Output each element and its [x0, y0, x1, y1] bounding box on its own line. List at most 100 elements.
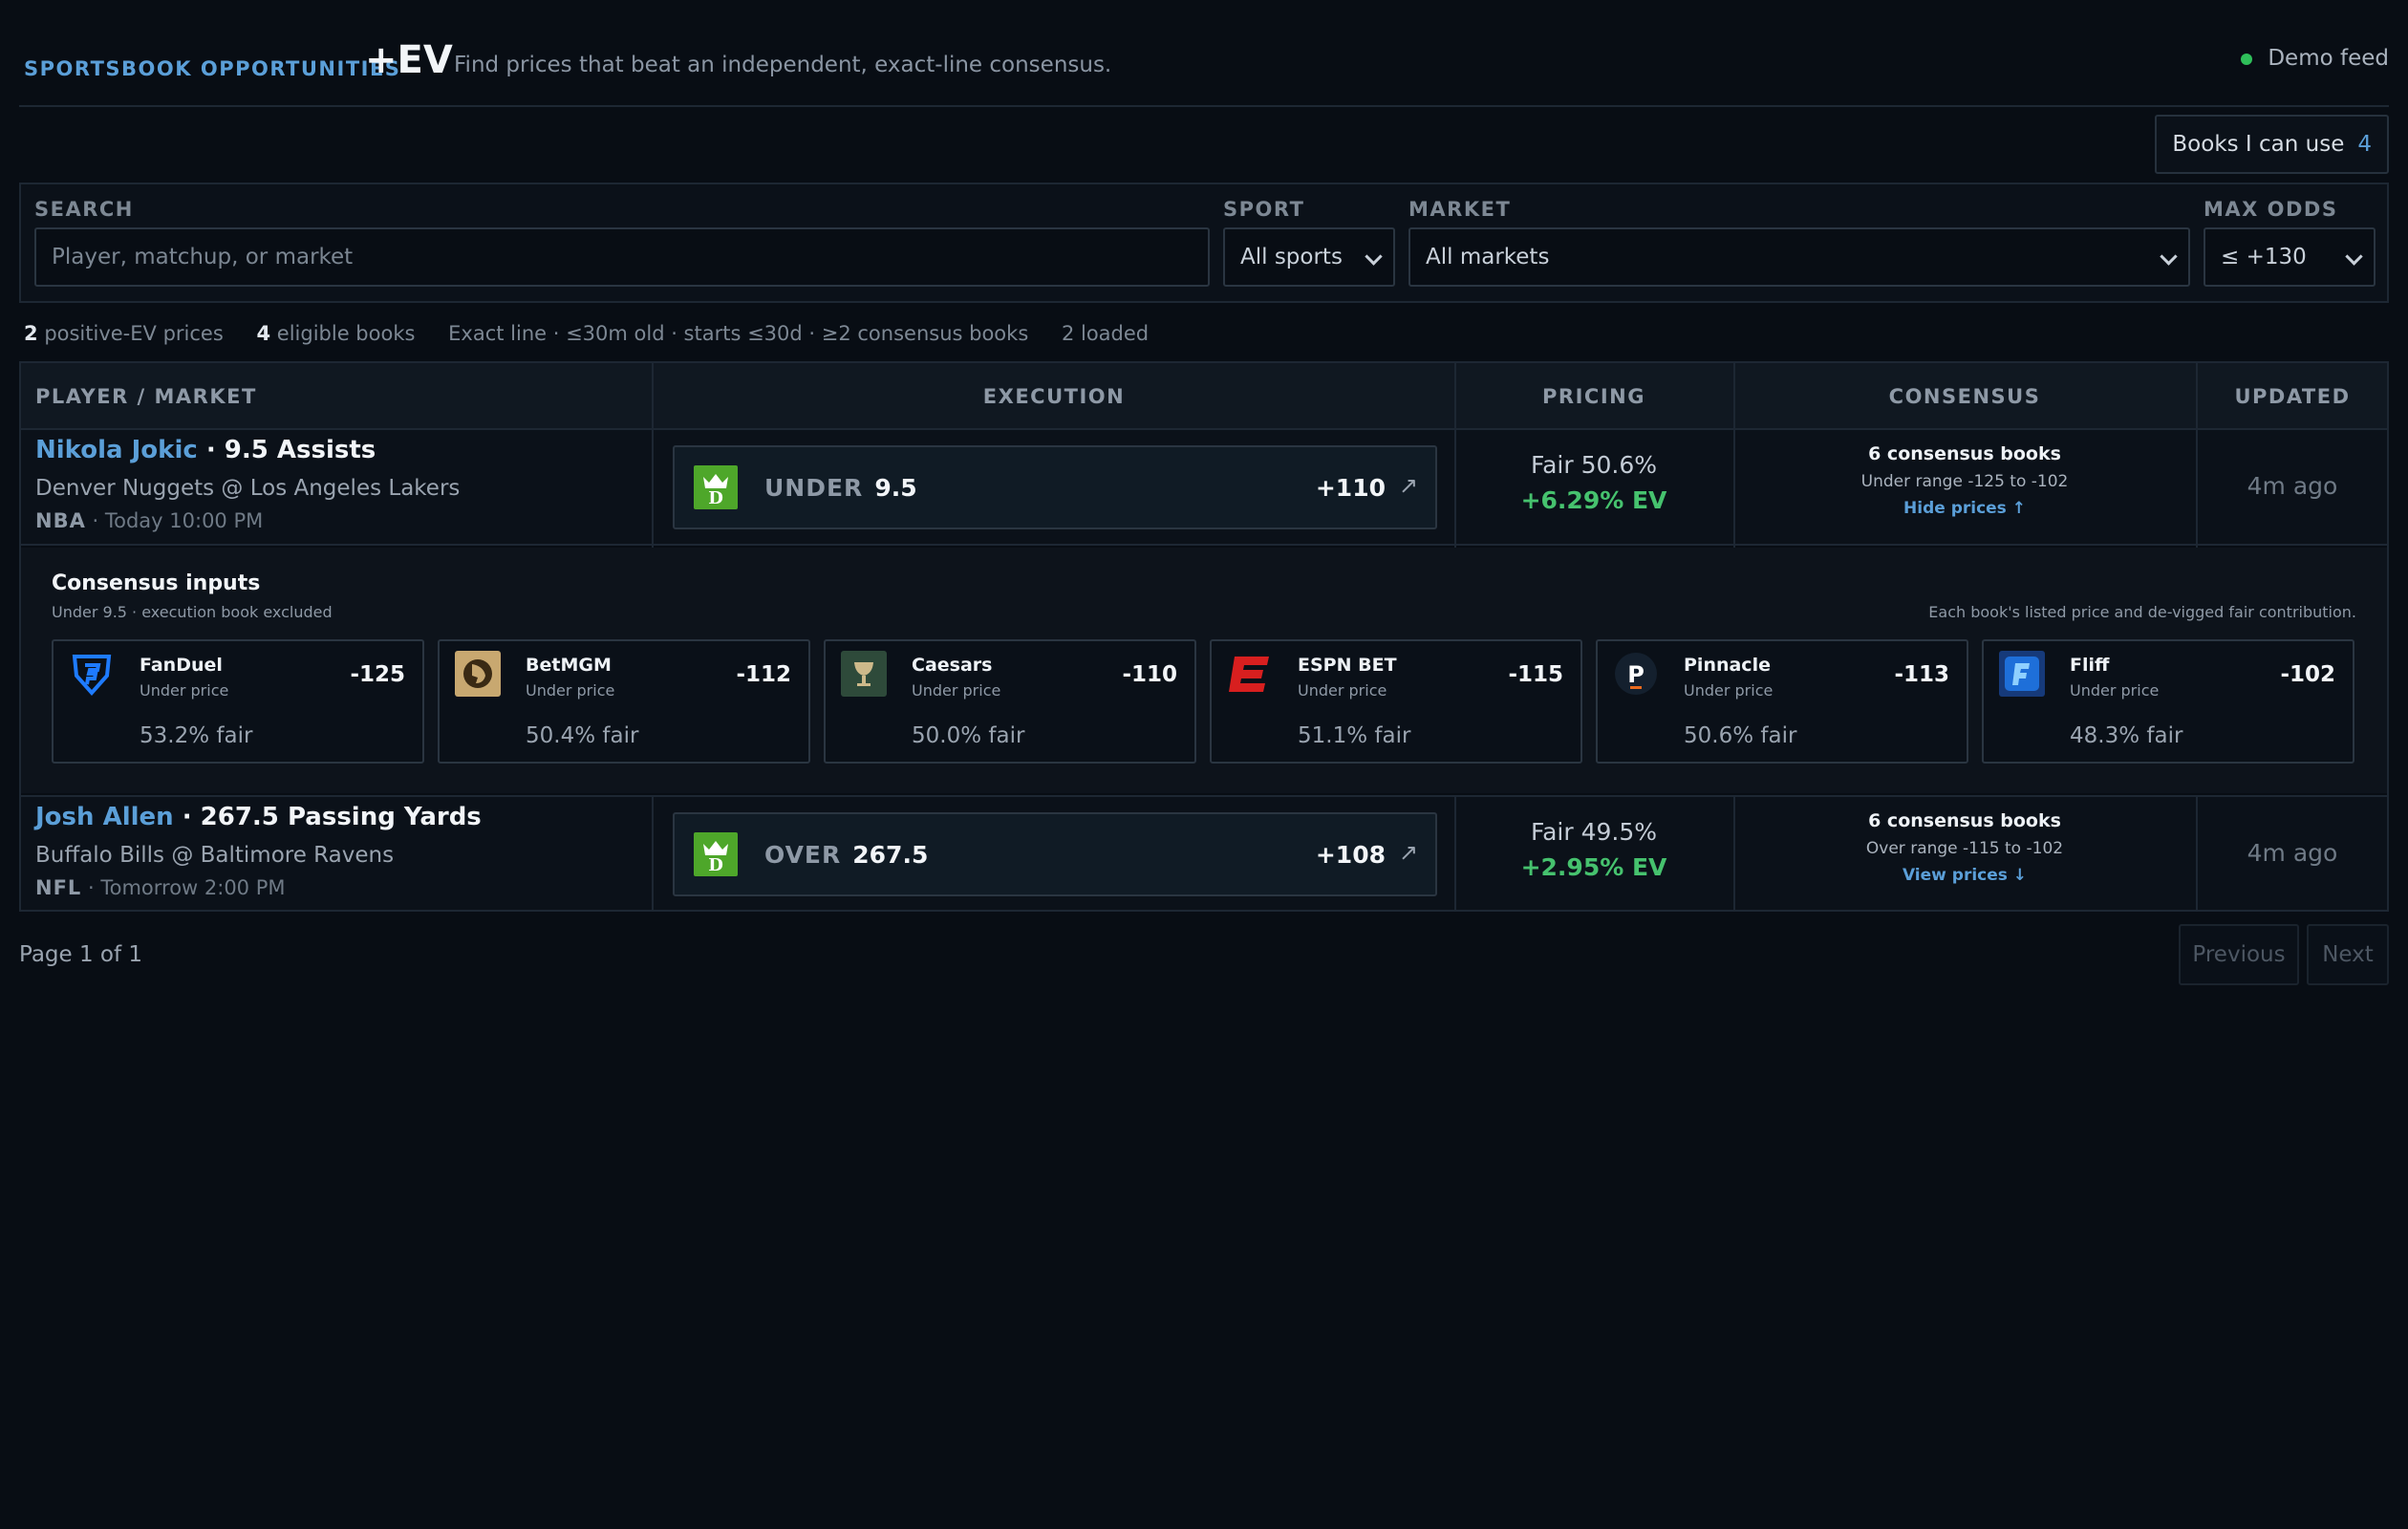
- game-meta: NFL · Tomorrow 2:00 PM: [35, 876, 286, 899]
- book-fair: 50.6% fair: [1684, 723, 1797, 748]
- table-row[interactable]: Nikola Jokic · 9.5 Assists Denver Nugget…: [21, 430, 2387, 546]
- header: SPORTSBOOK OPPORTUNITIES +EV Find prices…: [19, 29, 2389, 107]
- book-price: -125: [350, 662, 405, 687]
- consensus-cell: 6 consensus books Under range -125 to -1…: [1735, 443, 2194, 518]
- status-dot-icon: [2241, 53, 2253, 65]
- column-header-consensus: CONSENSUS: [1888, 385, 2041, 408]
- pricing-cell: Fair 50.6% +6.29% EV: [1456, 451, 1731, 514]
- bet-side: OVER 267.5: [764, 841, 929, 869]
- book-fair: 50.0% fair: [912, 723, 1025, 748]
- ev-label: +EV: [365, 38, 453, 82]
- book-price-label: Under price: [912, 681, 1001, 700]
- execution-bet-button[interactable]: D OVER 267.5 +108 ↗: [673, 812, 1437, 896]
- view-prices-link[interactable]: View prices ↓: [1735, 866, 2194, 885]
- filters-panel: SEARCH Player, matchup, or market SPORT …: [19, 183, 2389, 303]
- svg-text:P: P: [1627, 661, 1645, 688]
- bet-line: 267.5: [852, 841, 929, 869]
- column-divider: [2196, 363, 2198, 548]
- search-input[interactable]: Player, matchup, or market: [34, 227, 1210, 287]
- consensus-book-card: BetMGM Under price -112 50.4% fair: [438, 639, 810, 764]
- player-name-link[interactable]: Josh Allen: [35, 803, 174, 831]
- column-divider: [1454, 363, 1456, 548]
- league-badge: NBA: [35, 509, 86, 532]
- chevron-down-icon: [2345, 248, 2363, 266]
- column-divider: [2196, 795, 2198, 910]
- consensus-range: Over range -115 to -102: [1865, 839, 2064, 858]
- table-row[interactable]: Josh Allen · 267.5 Passing Yards Buffalo…: [21, 795, 2387, 910]
- book-name: Pinnacle: [1684, 655, 1771, 676]
- espnbet-icon: [1227, 651, 1273, 697]
- pricing-cell: Fair 49.5% +2.95% EV: [1456, 818, 1731, 881]
- sport-select[interactable]: All sports: [1223, 227, 1395, 287]
- book-price-label: Under price: [526, 681, 615, 700]
- next-page-button[interactable]: Next: [2307, 924, 2389, 985]
- chevron-down-icon: [1365, 248, 1383, 266]
- books-button-label: Books I can use: [2172, 132, 2345, 157]
- books-i-can-use-button[interactable]: Books I can use 4: [2155, 115, 2389, 174]
- book-name: ESPN BET: [1298, 655, 1397, 676]
- demo-status: Demo feed: [2241, 46, 2389, 71]
- demo-status-label: Demo feed: [2268, 46, 2389, 71]
- game-meta: NBA · Today 10:00 PM: [35, 509, 263, 532]
- player-name-link[interactable]: Nikola Jokic: [35, 436, 198, 464]
- column-divider: [652, 363, 654, 548]
- bet-odds: +110: [1315, 474, 1386, 502]
- draftkings-icon: D: [694, 832, 738, 876]
- book-price-label: Under price: [1298, 681, 1387, 700]
- book-fair: 50.4% fair: [526, 723, 639, 748]
- column-header-execution: EXECUTION: [982, 385, 1126, 408]
- league-badge: NFL: [35, 876, 82, 899]
- column-header-player-market: PLAYER / MARKET: [35, 385, 257, 408]
- book-price-label: Under price: [140, 681, 229, 700]
- draftkings-icon: D: [694, 465, 738, 509]
- execution-bet-button[interactable]: D UNDER 9.5 +110 ↗: [673, 445, 1437, 529]
- page-info: Page 1 of 1: [19, 942, 143, 967]
- column-header-pricing: PRICING: [1542, 385, 1645, 408]
- market-name: · 9.5 Assists: [197, 436, 376, 464]
- consensus-books-count: 6 consensus books: [1868, 443, 2061, 464]
- consensus-inputs-panel: Consensus inputs Under 9.5 · execution b…: [21, 548, 2387, 793]
- previous-page-button[interactable]: Previous: [2179, 924, 2299, 985]
- book-name: FanDuel: [140, 655, 223, 676]
- bet-side: UNDER 9.5: [764, 474, 917, 502]
- book-name: Caesars: [912, 655, 993, 676]
- caesars-icon: [841, 651, 887, 697]
- books-count-badge: 4: [2357, 132, 2372, 157]
- hide-prices-link[interactable]: Hide prices ↑: [1735, 499, 2194, 518]
- market-select[interactable]: All markets: [1408, 227, 2190, 287]
- svg-text:D: D: [708, 488, 723, 508]
- game-time: · Today 10:00 PM: [85, 509, 264, 532]
- book-name: BetMGM: [526, 655, 612, 676]
- consensus-book-card: Fliff Under price -102 48.3% fair: [1982, 639, 2354, 764]
- bet-line: 9.5: [874, 474, 917, 502]
- matchup: Denver Nuggets @ Los Angeles Lakers: [35, 476, 461, 501]
- sport-label: SPORT: [1223, 198, 1305, 221]
- column-divider: [1733, 795, 1735, 910]
- consensus-book-card: FanDuel Under price -125 53.2% fair: [52, 639, 424, 764]
- eligible-books-stat: 4 eligible books: [256, 322, 416, 345]
- pinnacle-icon: P: [1613, 651, 1659, 697]
- book-price-label: Under price: [2070, 681, 2160, 700]
- consensus-inputs-note: Each book's listed price and de-vigged f…: [1928, 603, 2356, 621]
- svg-text:D: D: [708, 855, 723, 875]
- consensus-inputs-title: Consensus inputs: [52, 571, 261, 595]
- loaded-count: 2 loaded: [1061, 322, 1150, 345]
- book-price-label: Under price: [1684, 681, 1774, 700]
- updated-time: 4m ago: [2247, 472, 2338, 500]
- consensus-book-card: P Pinnacle Under price -113 50.6% fair: [1596, 639, 1968, 764]
- opportunities-table: PLAYER / MARKET EXECUTION PRICING CONSEN…: [19, 361, 2389, 912]
- game-time: · Tomorrow 2:00 PM: [81, 876, 286, 899]
- market-label: MARKET: [1408, 198, 1512, 221]
- consensus-book-card: ESPN BET Under price -115 51.1% fair: [1210, 639, 1582, 764]
- consensus-books-count: 6 consensus books: [1868, 810, 2061, 831]
- book-fair: 53.2% fair: [140, 723, 253, 748]
- ev-value: +2.95% EV: [1520, 853, 1667, 881]
- column-header-updated: UPDATED: [2234, 385, 2351, 408]
- fair-probability: Fair 49.5%: [1531, 818, 1657, 846]
- max-odds-select[interactable]: ≤ +130: [2204, 227, 2376, 287]
- fair-probability: Fair 50.6%: [1531, 451, 1657, 479]
- betmgm-icon: [455, 651, 501, 697]
- bet-odds: +108: [1315, 841, 1386, 869]
- book-price: -113: [1894, 662, 1949, 687]
- page: SPORTSBOOK OPPORTUNITIES +EV Find prices…: [0, 0, 2408, 1529]
